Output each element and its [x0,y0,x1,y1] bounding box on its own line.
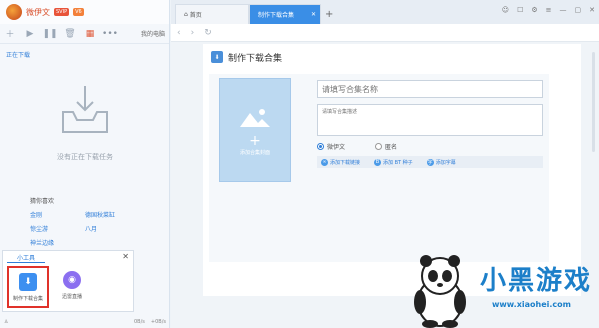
app-logo[interactable] [6,4,22,20]
window-controls: ☺ ☐ ⚙ ≡ — ▢ ✕ [502,6,595,14]
watermark: 小黑游戏 www.xiaohei.com [400,252,599,328]
watermark-text: 小黑游戏 [480,266,593,296]
image-icon [240,109,270,127]
page-header: ⬇ 制作下载合集 [203,44,581,70]
tab-bar: ⌂ 首页 制作下载合集 ✕ + ☺ ☐ ⚙ ≡ — ▢ ✕ [171,0,599,24]
pause-icon[interactable]: ❚❚ [42,28,57,40]
radio-username[interactable]: 微伊文 [317,142,345,151]
download-speed: 0B/s [134,319,145,325]
bookmark-icon[interactable]: ☐ [517,6,523,14]
panda-mascot-icon [414,255,466,328]
minimize-icon[interactable]: — [560,6,567,14]
author-radio-group: 微伊文 匿名 [317,142,397,151]
tab-home[interactable]: ⌂ 首页 [175,4,249,24]
collection-desc-input[interactable] [317,104,543,136]
recommend-section: 猜你喜欢 金刚 德国秋菜缸 惊尘游 八月 神兰边缘 [30,196,140,247]
skin-icon[interactable]: ☺ [502,6,509,14]
nav-bar: ‹ › ↻ [171,24,599,42]
recommend-link[interactable]: 德国秋菜缸 [85,210,140,219]
my-computer-dropdown[interactable]: 我的电脑 [141,29,165,38]
add-link-label: 添加下载链接 [330,159,361,166]
sidebar: 微伊文 SVIP V6 ＋ ▶ ❚❚ 🗑 ▦ ••• 我的电脑 正在下载 没有正… [0,0,170,328]
downloading-section-title[interactable]: 正在下载 [0,44,169,65]
radio-label: 匿名 [385,144,398,151]
delete-icon[interactable]: 🗑 [64,28,76,40]
collection-icon: ⬇ [211,51,223,63]
settings-icon[interactable]: ⚙ [531,6,537,14]
add-buttons-row: ∞ 添加下载链接 B 添加 BT 种子 字 添加字幕 [317,156,543,168]
recommend-title: 猜你喜欢 [30,198,55,205]
app-bar: 微伊文 SVIP V6 [0,0,169,24]
download-toolbar: ＋ ▶ ❚❚ 🗑 ▦ ••• 我的电脑 [0,24,169,44]
calendar-icon[interactable]: ▦ [84,28,96,40]
refresh-icon[interactable]: ↻ [204,28,212,38]
watermark-url: www.xiaohei.com [492,300,571,309]
empty-tray-icon [62,86,108,133]
add-subtitle-label: 添加字幕 [435,159,456,166]
tab-label: 首页 [189,12,202,19]
page-title: 制作下载合集 [228,53,283,64]
menu-icon[interactable]: ≡ [546,6,552,14]
collection-form: + 添加合集封面 微伊文 匿名 ∞ 添加下载链接 [209,74,549,262]
bt-icon: B [374,158,382,166]
tools-tab[interactable]: 小工具 [7,253,46,263]
download-icon: ⬇ [19,273,37,291]
radio-dot [317,143,324,150]
level-badge: V6 [73,8,84,16]
more-icon[interactable]: ••• [102,28,118,40]
tools-panel: 小工具 ✕ ⬇ 制作下载合集 ◉ 迅雷直播 [2,250,134,312]
tool-label: 迅雷直播 [61,294,82,300]
add-subtitle-button[interactable]: 字 添加字幕 [426,158,456,166]
recommend-link[interactable]: 八月 [85,224,140,233]
recommend-link[interactable]: 神兰边缘 [30,238,85,247]
add-link-button[interactable]: ∞ 添加下载链接 [321,158,361,166]
upload-speed: +0B/s [150,319,166,325]
user-icon[interactable]: ♙ [4,319,8,325]
link-icon: ∞ [321,158,328,166]
radio-label: 微伊文 [327,144,346,151]
close-icon[interactable]: ✕ [122,252,129,261]
radio-dot [375,143,383,150]
recommend-link[interactable]: 金刚 [30,210,85,219]
live-icon: ◉ [63,271,81,289]
username[interactable]: 微伊文 [26,7,50,18]
back-icon[interactable]: ‹ [177,28,181,38]
add-bt-button[interactable]: B 添加 BT 种子 [374,158,413,166]
cover-label: 添加合集封面 [239,150,270,156]
radio-anonymous[interactable]: 匿名 [375,142,397,151]
live-tool[interactable]: ◉ 迅雷直播 [51,266,93,308]
tool-label: 制作下载合集 [12,296,43,302]
close-window-icon[interactable]: ✕ [589,6,595,14]
forward-icon[interactable]: › [191,28,195,38]
start-icon[interactable]: ▶ [24,28,36,40]
vip-badge: SVIP [54,8,70,16]
maximize-icon[interactable]: ▢ [575,6,582,14]
status-bar: ♙ 0B/s +0B/s [0,316,170,328]
scrollbar[interactable] [592,52,595,152]
subtitle-icon: 字 [426,158,434,166]
tab-label: 制作下载合集 [258,12,295,19]
add-bt-label: 添加 BT 种子 [383,159,413,166]
empty-text: 没有正在下载任务 [57,153,113,161]
recommend-link[interactable]: 惊尘游 [30,224,85,233]
tab-make-collection[interactable]: 制作下载合集 ✕ [249,4,321,24]
make-collection-tool[interactable]: ⬇ 制作下载合集 [7,266,49,308]
close-icon[interactable]: ✕ [311,11,316,18]
add-cover-button[interactable]: + 添加合集封面 [219,78,291,182]
empty-state: 没有正在下载任务 [0,80,170,162]
add-task-icon[interactable]: ＋ [4,28,16,40]
collection-name-input[interactable] [317,80,543,98]
plus-icon: + [249,133,261,149]
new-tab-button[interactable]: + [321,9,337,24]
